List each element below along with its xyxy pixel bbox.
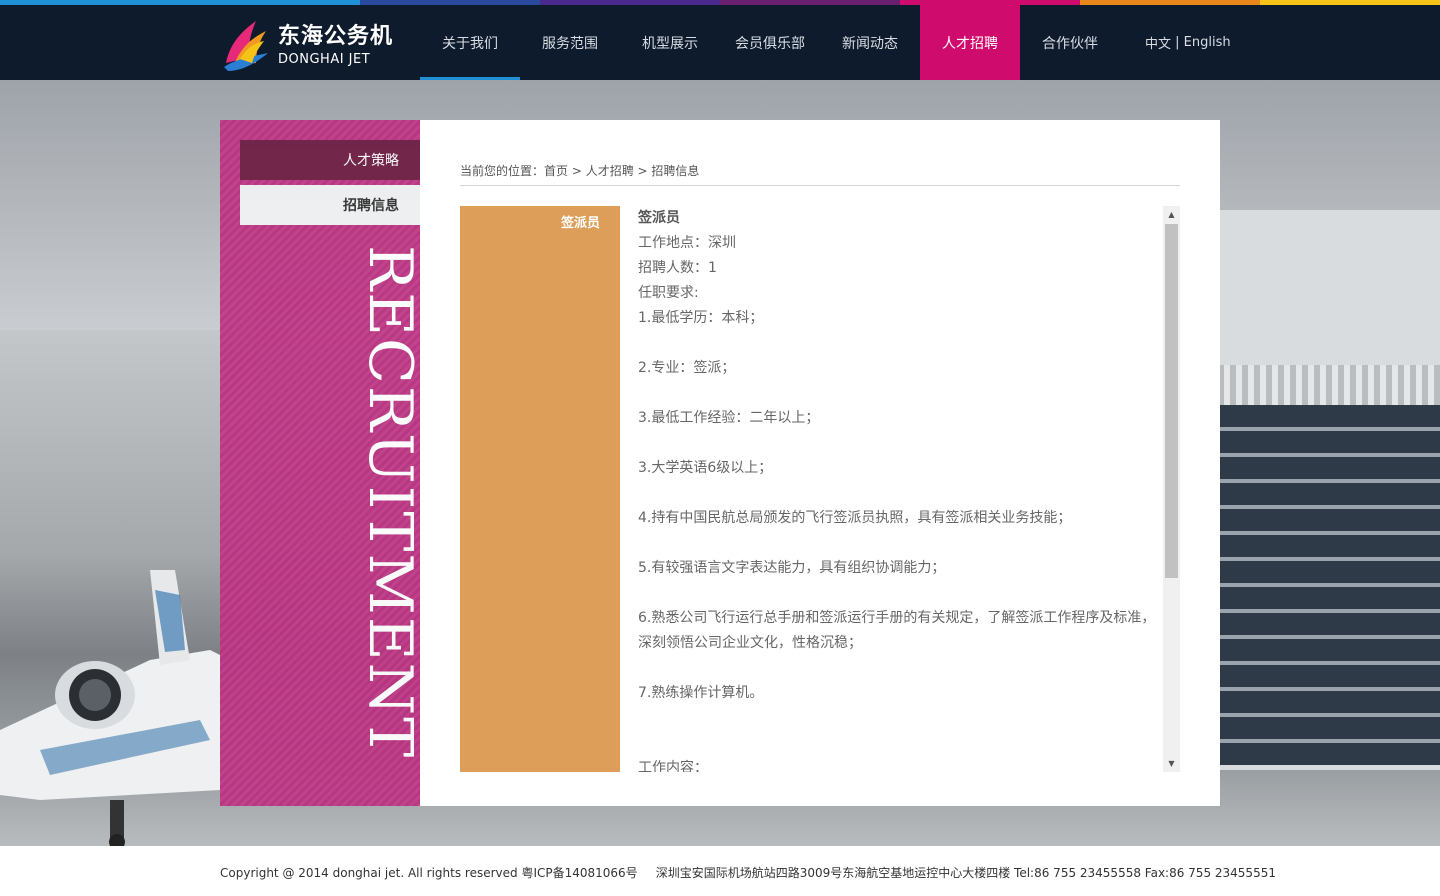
breadcrumb: 当前您的位置：首页 > 人才招聘 > 招聘信息 bbox=[460, 162, 1180, 186]
job-description-line: 2.专业：签派； bbox=[638, 360, 736, 376]
job-description-line bbox=[638, 731, 1158, 756]
job-description-line: 3.大学英语6级以上； bbox=[638, 460, 773, 476]
breadcrumb-separator: > bbox=[568, 164, 586, 178]
recruitment-watermark: RECRUITMENT bbox=[355, 245, 425, 759]
breadcrumb-careers-link[interactable]: 人才招聘 bbox=[586, 164, 634, 178]
job-description-line: 3.最低工作经验：二年以上； bbox=[638, 410, 820, 426]
content-panel: 当前您的位置：首页 > 人才招聘 > 招聘信息 签派员 签派员 工作地点：深圳 招聘… bbox=[420, 120, 1220, 806]
lang-english-link[interactable]: English bbox=[1184, 35, 1231, 50]
site-footer: Copyright @ 2014 donghai jet. All rights… bbox=[0, 846, 1440, 896]
job-description-line bbox=[638, 531, 1158, 556]
nav-label: 新闻动态 bbox=[842, 35, 898, 52]
site-header: 东海公务机 DONGHAI JET 关于我们 服务范围 机型展示 会员俱乐部 新… bbox=[0, 5, 1440, 80]
job-description-line bbox=[638, 381, 1158, 406]
sidebar-item-label: 人才策略 bbox=[343, 153, 399, 169]
breadcrumb-prefix: 当前您的位置： bbox=[460, 164, 545, 178]
job-description-line: 招聘人数：1 bbox=[638, 260, 717, 276]
scrollbar-thumb[interactable] bbox=[1165, 224, 1178, 578]
breadcrumb-current: 招聘信息 bbox=[651, 164, 700, 178]
section-sidebar: 人才策略 招聘信息 RECRUITMENT bbox=[220, 120, 425, 806]
sidebar-item-label: 招聘信息 bbox=[343, 198, 399, 214]
lang-separator: | bbox=[1171, 35, 1184, 50]
building-canopy bbox=[1218, 365, 1440, 405]
sidebar-item-talent-strategy[interactable]: 人才策略 bbox=[240, 140, 420, 180]
breadcrumb-home-link[interactable]: 首页 bbox=[544, 164, 568, 178]
nav-label: 关于我们 bbox=[442, 35, 498, 52]
nav-careers[interactable]: 人才招聘 bbox=[920, 5, 1020, 80]
job-description-line bbox=[638, 706, 1158, 731]
footer-address-contact: 深圳宝安国际机场航站四路3009号东海航空基地运控中心大楼四楼 Tel:86 7… bbox=[655, 866, 1276, 880]
nav-about-us[interactable]: 关于我们 bbox=[420, 5, 520, 80]
building-glass-facade bbox=[1218, 405, 1440, 765]
nav-partners[interactable]: 合作伙伴 bbox=[1020, 5, 1120, 80]
job-description-line: 5.有较强语言文字表达能力，具有组织协调能力； bbox=[638, 560, 946, 576]
recruitment-watermark-text: RECRUITMENT bbox=[355, 245, 425, 760]
logo-chinese-name: 东海公务机 bbox=[278, 24, 394, 49]
footer-copyright: Copyright @ 2014 donghai jet. All rights… bbox=[220, 866, 638, 880]
job-description-line: 6.熟悉公司飞行运行总手册和签派运行手册的有关规定，了解签派工作程序及标准，深刻… bbox=[638, 610, 1156, 651]
nav-members-club[interactable]: 会员俱乐部 bbox=[720, 5, 820, 80]
job-description-line bbox=[638, 581, 1158, 606]
job-description-line: 任职要求: bbox=[638, 285, 699, 301]
nav-news[interactable]: 新闻动态 bbox=[820, 5, 920, 80]
nav-services[interactable]: 服务范围 bbox=[520, 5, 620, 80]
nav-label: 人才招聘 bbox=[942, 35, 998, 52]
job-description-line bbox=[638, 481, 1158, 506]
nav-label: 服务范围 bbox=[542, 35, 598, 52]
job-description-scroll-area[interactable]: 签派员工作地点：深圳 招聘人数：1 任职要求: 1.最低学历：本科； 2.专业：签派； 3… bbox=[620, 206, 1180, 772]
terminal-building-image bbox=[1218, 210, 1440, 770]
job-description-line: 工作内容： bbox=[638, 760, 708, 772]
main-navigation: 关于我们 服务范围 机型展示 会员俱乐部 新闻动态 人才招聘 合作伙伴 bbox=[420, 5, 1120, 80]
language-switcher: 中文 | English bbox=[1145, 5, 1231, 80]
sidebar-item-job-openings[interactable]: 招聘信息 bbox=[240, 185, 420, 225]
phoenix-logo-icon bbox=[224, 20, 268, 71]
job-title: 签派员 bbox=[638, 210, 680, 226]
job-description-line: 工作地点：深圳 bbox=[638, 235, 736, 251]
job-description-line: 1.最低学历：本科； bbox=[638, 310, 764, 326]
nav-hover-underline bbox=[420, 77, 520, 80]
job-description-scrollbar[interactable]: ▲ ▼ bbox=[1163, 206, 1180, 772]
logo-english-name: DONGHAI JET bbox=[278, 52, 371, 67]
job-description-line bbox=[638, 656, 1158, 681]
scroll-down-arrow-icon[interactable]: ▼ bbox=[1163, 755, 1180, 772]
job-description-line: 4.持有中国民航总局颁发的飞行签派员执照，具有签派相关业务技能； bbox=[638, 510, 1072, 526]
job-tab-label: 签派员 bbox=[560, 216, 600, 231]
business-jet-image bbox=[0, 570, 220, 846]
nav-label: 机型展示 bbox=[642, 35, 698, 52]
site-logo[interactable]: 东海公务机 DONGHAI JET bbox=[220, 5, 420, 80]
breadcrumb-separator: > bbox=[633, 164, 652, 178]
nav-aircraft-models[interactable]: 机型展示 bbox=[620, 5, 720, 80]
scroll-up-arrow-icon[interactable]: ▲ bbox=[1163, 206, 1180, 223]
job-tab-dispatcher[interactable]: 签派员 bbox=[460, 206, 620, 772]
lang-chinese-link[interactable]: 中文 bbox=[1145, 33, 1171, 52]
job-description-line bbox=[638, 331, 1158, 356]
job-description-line bbox=[638, 431, 1158, 456]
job-description-line: 7.熟练操作计算机。 bbox=[638, 685, 764, 701]
nav-label: 合作伙伴 bbox=[1042, 35, 1098, 52]
job-description-text: 签派员工作地点：深圳 招聘人数：1 任职要求: 1.最低学历：本科； 2.专业：签派； 3… bbox=[638, 206, 1158, 772]
nav-label: 会员俱乐部 bbox=[735, 35, 805, 52]
